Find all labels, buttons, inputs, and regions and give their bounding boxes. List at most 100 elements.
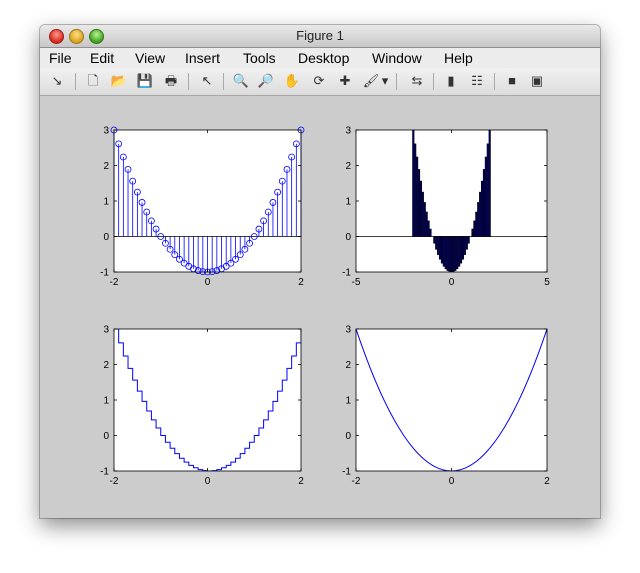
plot-4-xtick-label: -2	[352, 476, 361, 487]
plot-2-bar	[444, 236, 447, 270]
dock-arrow-icon[interactable]: ↘	[48, 72, 66, 90]
plot-3-ytick-label: 0	[103, 431, 109, 442]
menu-tools[interactable]: Tools	[243, 50, 276, 66]
plot-1-ytick-label: 0	[103, 232, 109, 243]
plot-3-xtick-label: 0	[205, 476, 211, 487]
menu-help[interactable]: Help	[444, 50, 473, 66]
figure-toolbar: ↘ 🗋 📂 💾 🖶 ↖ 🔍 🔎 ✋ ⟳ ✚ 🖌 ▾ ⇆ ▮ ☷ ■ ▣	[40, 68, 600, 96]
plot-2-bar	[486, 143, 489, 237]
menu-insert[interactable]: Insert	[185, 50, 220, 66]
plot-3-ytick-label: 3	[103, 325, 109, 336]
legend-icon[interactable]: ☷	[468, 72, 486, 90]
plot-2-bar	[438, 236, 442, 260]
plot-1-ytick-label: -1	[100, 268, 109, 279]
pointer-icon[interactable]: ↖	[198, 72, 216, 90]
plot-2-bar	[433, 236, 436, 244]
colorbar-icon[interactable]: ▮	[442, 72, 460, 90]
plot-2-bar	[480, 180, 484, 237]
menu-window[interactable]: Window	[372, 50, 422, 66]
hide-plot-tools-icon[interactable]: ■	[503, 72, 521, 90]
link-plot-icon[interactable]: ⇆	[408, 72, 426, 90]
toolbar-separator	[433, 73, 434, 90]
plot-2-bar	[442, 236, 445, 267]
plot-2-xtick-label: 5	[544, 277, 550, 288]
figure-canvas: -1 0 1 2 3 -2 0 2 -1 0 1 2 3 -5 0 5 -1 0 1 2 3 -2 0 2 -1 0 1 2 3 -2 0 2	[40, 96, 600, 518]
plot-2-bar	[471, 228, 474, 237]
plot-3-ytick-label: 1	[103, 396, 109, 407]
plot-1-xtick-label: 0	[205, 277, 211, 288]
plot-4-xtick-label: 0	[449, 476, 455, 487]
show-plot-tools-icon[interactable]: ▣	[528, 72, 546, 90]
window-title: Figure 1	[296, 28, 344, 43]
plot-3-ytick-label: 2	[103, 360, 109, 371]
plot-2-bar	[412, 130, 415, 237]
pan-hand-icon[interactable]: ✋	[283, 72, 301, 90]
menu-desktop[interactable]: Desktop	[298, 50, 349, 66]
plot-2-bar	[477, 202, 480, 237]
toolbar-separator	[494, 73, 495, 90]
menu-view[interactable]: View	[135, 50, 165, 66]
title-bar[interactable]: Figure 1	[40, 25, 600, 48]
plot-2-bar	[456, 236, 459, 270]
brush-icon[interactable]: 🖌	[362, 72, 380, 90]
plot-4-ytick-label: -1	[342, 467, 351, 478]
plot-2-bar	[448, 236, 451, 272]
open-file-icon[interactable]: 📂	[110, 72, 128, 90]
plot-2-bar	[461, 236, 465, 260]
plot-1-xtick-label: 2	[298, 277, 304, 288]
plot-1-ytick-label: 2	[103, 161, 109, 172]
plot-3-ytick-label: -1	[100, 467, 109, 478]
zoom-out-icon[interactable]: 🔎	[257, 72, 275, 90]
plot-2-bar	[463, 236, 466, 255]
menu-edit[interactable]: Edit	[90, 50, 114, 66]
zoom-in-icon[interactable]: 🔍	[232, 72, 250, 90]
data-cursor-icon[interactable]: ✚	[336, 72, 354, 90]
toolbar-separator	[223, 73, 224, 90]
figure-window: Figure 1 File Edit View Insert Tools Des…	[40, 25, 600, 518]
plot-2-bar	[459, 236, 463, 264]
plot-2-ytick-label: 2	[345, 161, 351, 172]
plot-2-bar	[423, 202, 426, 237]
plot-2-ytick-label: 3	[345, 126, 351, 137]
plot-1-xtick-label: -2	[110, 277, 119, 288]
dropdown-arrow-icon[interactable]: ▾	[380, 72, 390, 90]
plot-2-xtick-label: -5	[352, 277, 361, 288]
new-figure-icon[interactable]: 🗋	[84, 72, 102, 90]
plot-2-bar	[435, 236, 438, 250]
rotate-3d-icon[interactable]: ⟳	[310, 72, 328, 90]
plot-4-ytick-label: 1	[345, 396, 351, 407]
print-icon[interactable]: 🖶	[162, 72, 180, 90]
plot-2-bar	[416, 156, 419, 237]
menu-file[interactable]: File	[49, 50, 72, 66]
plot-4-axes-background	[356, 329, 547, 471]
plot-1-ytick-label: 3	[103, 126, 109, 137]
menu-bar: File Edit View Insert Tools Desktop Wind…	[40, 48, 600, 68]
save-icon[interactable]: 💾	[136, 72, 154, 90]
plot-1-ytick-label: 1	[103, 197, 109, 208]
plot-2-xtick-label: 0	[449, 277, 455, 288]
plot-2-bar	[475, 211, 478, 237]
plot-2-ytick-label: -1	[342, 268, 351, 279]
plot-2-bar	[419, 180, 423, 237]
plot-2-bar	[446, 236, 449, 271]
plot-2-bar	[465, 236, 468, 250]
toolbar-separator	[396, 73, 397, 90]
plot-2-bar	[425, 211, 428, 237]
plot-2-bar	[437, 236, 440, 255]
plot-3-xtick-label: 2	[298, 476, 304, 487]
plot-2-bar	[467, 236, 470, 244]
plot-2-ytick-label: 0	[345, 232, 351, 243]
plot-2-bar	[484, 156, 487, 237]
plot-4-ytick-label: 3	[345, 325, 351, 336]
plot-2-bar	[482, 169, 486, 237]
toolbar-separator	[188, 73, 189, 90]
plot-4-ytick-label: 2	[345, 360, 351, 371]
plot-2-bar	[473, 220, 476, 237]
plot-2-bar	[454, 236, 457, 271]
plot-2-bar	[458, 236, 461, 267]
plot-2-bar	[417, 169, 421, 237]
toolbar-separator	[75, 73, 76, 90]
plot-2-bar	[414, 143, 417, 237]
plot-4-xtick-label: 2	[544, 476, 550, 487]
plot-2-bar	[429, 228, 432, 237]
